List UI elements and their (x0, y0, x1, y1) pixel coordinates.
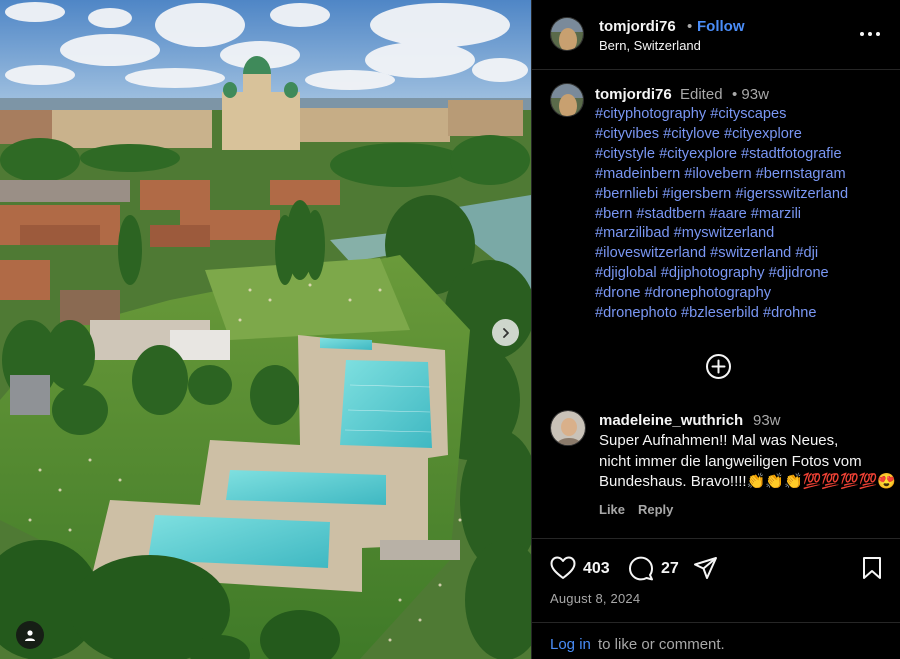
commenter-avatar[interactable] (550, 410, 586, 446)
aerial-photo-marzili (0, 0, 531, 659)
heart-icon[interactable] (550, 556, 576, 580)
hashtag-line[interactable]: #dronephoto #bzleserbild #drohne (595, 304, 895, 324)
post-location[interactable]: Bern, Switzerland (599, 38, 701, 53)
comment-text: Super Aufnahmen!! Mal was Neues, nicht i… (599, 431, 897, 493)
bookmark-icon[interactable] (861, 556, 883, 580)
comment-like-button[interactable]: Like (599, 502, 625, 517)
hashtag-line[interactable]: #bern #stadtbern #aare #marzili (595, 205, 895, 225)
hashtag-line[interactable]: #bernliebi #igersbern #igersswitzerland (595, 185, 895, 205)
tagged-users-button[interactable] (16, 621, 44, 649)
caption-username[interactable]: tomjordi76 (595, 86, 672, 103)
comment-time[interactable]: 93w (753, 412, 781, 429)
hashtag-line[interactable]: #cityvibes #citylove #cityexplore (595, 125, 895, 145)
caption-time[interactable]: • 93w (732, 86, 769, 103)
share-icon[interactable] (693, 556, 718, 580)
separator-dot: • (687, 18, 693, 35)
comment-line: Super Aufnahmen!! Mal was Neues, (599, 432, 839, 449)
author-username[interactable]: tomjordi76 (599, 18, 676, 35)
like-count[interactable]: 403 (583, 560, 610, 578)
more-horizontal-icon[interactable] (858, 24, 882, 44)
hashtag-line[interactable]: #marzilibad #myswitzerland (595, 224, 895, 244)
login-prompt: Log in to like or comment. (532, 622, 900, 659)
edited-label: Edited (680, 86, 723, 103)
follow-button[interactable]: Follow (697, 18, 745, 35)
comment-line: nicht immer die langweiligen Fotos vom (599, 452, 862, 470)
author-avatar[interactable] (550, 17, 584, 51)
hashtag-line[interactable]: #djiglobal #djiphotography #djidrone (595, 264, 895, 284)
comment-reply-button[interactable]: Reply (638, 502, 673, 517)
hashtag-list: #cityphotography #cityscapes #cityvibes … (595, 105, 895, 324)
hashtag-line[interactable]: #iloveswitzerland #switzerland #dji (595, 244, 895, 264)
login-link[interactable]: Log in (550, 636, 591, 653)
comment-icon[interactable] (628, 556, 654, 581)
login-prompt-text: to like or comment. (598, 636, 725, 653)
carousel-next-button[interactable] (492, 319, 519, 346)
hashtag-line[interactable]: #madeinbern #ilovebern #bernstagram (595, 165, 895, 185)
post-caption: tomjordi76 Edited • 93w #cityphotography… (532, 70, 900, 540)
hashtag-line[interactable]: #cityphotography #cityscapes (595, 105, 895, 125)
post-date[interactable]: August 8, 2024 (550, 591, 640, 606)
caption-avatar[interactable] (550, 83, 584, 117)
load-more-comments-icon[interactable] (705, 353, 732, 380)
comment-line: Bundeshaus. Bravo!!!!👏👏👏💯💯💯💯😍 (599, 473, 897, 490)
hashtag-line[interactable]: #citystyle #cityexplore #stadtfotografie (595, 145, 895, 165)
comment-count[interactable]: 27 (661, 560, 679, 578)
post-sidebar: tomjordi76 • Follow Bern, Switzerland to… (531, 0, 900, 659)
commenter-username[interactable]: madeleine_wuthrich (599, 412, 743, 429)
hashtag-line[interactable]: #drone #dronephotography (595, 284, 895, 304)
user-tag-icon (25, 630, 35, 641)
post-header: tomjordi76 • Follow Bern, Switzerland (532, 0, 900, 70)
post-photo (0, 0, 531, 659)
chevron-right-icon (502, 327, 509, 338)
